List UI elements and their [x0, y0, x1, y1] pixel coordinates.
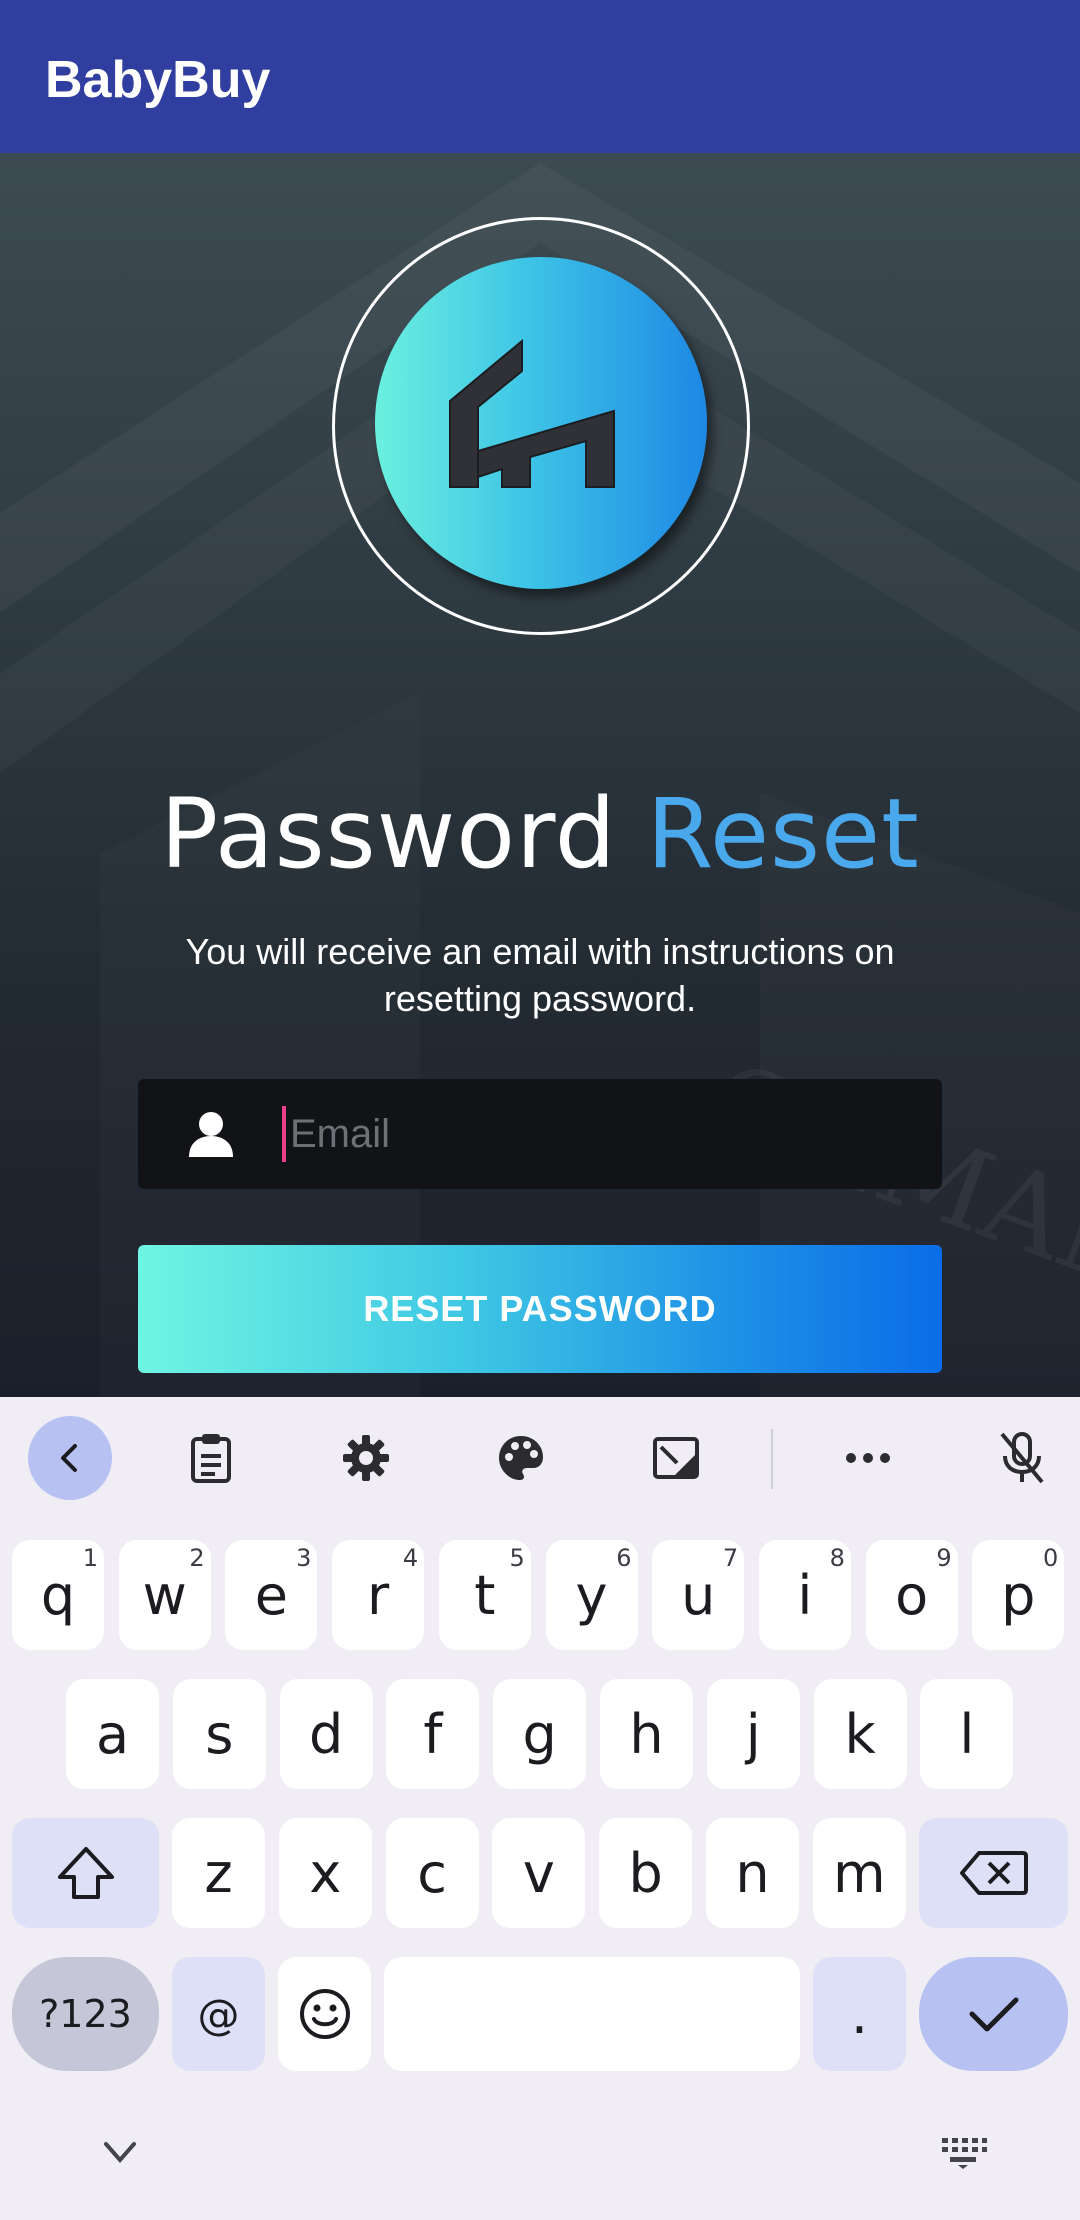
app-title: BabyBuy — [45, 51, 271, 109]
settings-icon[interactable] — [324, 1416, 408, 1500]
key-number-hint: 6 — [616, 1544, 632, 1572]
email-input[interactable] — [290, 1101, 910, 1167]
key-j[interactable]: j — [706, 1679, 800, 1789]
hide-keyboard-icon[interactable] — [100, 2138, 140, 2168]
key-number-hint: 1 — [82, 1544, 98, 1572]
key-a[interactable]: a — [66, 1679, 159, 1789]
key-u[interactable]: u7 — [652, 1540, 745, 1650]
key-number-hint: 0 — [1043, 1544, 1059, 1572]
app-bar: BabyBuy — [0, 0, 1080, 153]
backspace-icon — [959, 1851, 1028, 1895]
key-m[interactable]: m — [812, 1818, 906, 1928]
brand-logo-icon — [449, 338, 615, 488]
text-cursor — [282, 1106, 286, 1162]
space-key[interactable] — [384, 1957, 800, 2071]
key-x[interactable]: x — [278, 1818, 372, 1928]
resize-icon[interactable] — [634, 1416, 718, 1500]
key-label: o — [895, 1563, 929, 1627]
key-i[interactable]: i8 — [758, 1540, 851, 1650]
title-reset: Reset — [646, 778, 920, 890]
password-reset-panel: CHMAN Password Reset You will receive an… — [0, 153, 1080, 1397]
palette-icon[interactable] — [479, 1416, 563, 1500]
checkmark-icon — [969, 1997, 1018, 2032]
key-q[interactable]: q1 — [12, 1540, 104, 1650]
keyboard-switch-icon[interactable] — [938, 2136, 988, 2170]
key-number-hint: 5 — [509, 1544, 525, 1572]
email-field-container[interactable] — [138, 1079, 942, 1189]
key-label: w — [142, 1563, 187, 1627]
page-title: Password Reset — [0, 773, 1080, 892]
soft-keyboard: q1w2e3r4t5y6u7i8o9p0 asdfghjkl zxcvbnm ?… — [0, 1397, 1080, 2220]
key-label: p — [1001, 1563, 1036, 1627]
back-icon[interactable] — [28, 1416, 112, 1500]
key-g[interactable]: g — [493, 1679, 587, 1789]
emoji-key[interactable] — [278, 1957, 371, 2071]
key-f[interactable]: f — [386, 1679, 480, 1789]
enter-key[interactable] — [919, 1957, 1068, 2071]
key-s[interactable]: s — [172, 1679, 266, 1789]
instructions-text: You will receive an email with instructi… — [185, 931, 895, 1019]
key-label: q — [40, 1563, 76, 1627]
key-label: e — [254, 1563, 288, 1627]
key-number-hint: 2 — [189, 1544, 205, 1572]
key-e[interactable]: e3 — [225, 1540, 318, 1650]
more-icon[interactable] — [826, 1416, 910, 1500]
key-label: t — [474, 1563, 496, 1627]
reset-password-button[interactable]: RESET PASSWORD — [138, 1245, 942, 1373]
key-b[interactable]: b — [599, 1818, 693, 1928]
key-label: r — [366, 1563, 390, 1627]
symbols-key[interactable]: ?123 — [12, 1957, 159, 2071]
key-number-hint: 8 — [829, 1544, 845, 1572]
key-number-hint: 3 — [296, 1544, 312, 1572]
key-number-hint: 9 — [936, 1544, 952, 1572]
mic-off-icon[interactable] — [980, 1416, 1064, 1500]
key-w[interactable]: w2 — [118, 1540, 211, 1650]
period-key[interactable]: . — [813, 1957, 906, 2071]
key-k[interactable]: k — [813, 1679, 907, 1789]
key-p[interactable]: p0 — [972, 1540, 1065, 1650]
shift-icon — [57, 1847, 114, 1899]
key-y[interactable]: y6 — [545, 1540, 638, 1650]
key-label: u — [681, 1563, 716, 1627]
shift-key[interactable] — [12, 1818, 159, 1928]
key-v[interactable]: v — [492, 1818, 586, 1928]
user-icon — [189, 1112, 233, 1157]
key-d[interactable]: d — [279, 1679, 373, 1789]
key-r[interactable]: r4 — [332, 1540, 425, 1650]
emoji-icon — [299, 1989, 350, 2039]
key-t[interactable]: t5 — [438, 1540, 531, 1650]
backspace-key[interactable] — [919, 1818, 1068, 1928]
keyboard-toolbar — [0, 1397, 1080, 1517]
key-o[interactable]: o9 — [865, 1540, 958, 1650]
key-c[interactable]: c — [385, 1818, 479, 1928]
key-n[interactable]: n — [706, 1818, 799, 1928]
key-number-hint: 4 — [402, 1544, 419, 1572]
key-h[interactable]: h — [600, 1679, 693, 1789]
title-password: Password — [160, 778, 617, 890]
key-l[interactable]: l — [920, 1679, 1014, 1789]
key-label: i — [797, 1563, 813, 1627]
toolbar-divider — [771, 1429, 773, 1489]
at-key[interactable]: @ — [172, 1957, 265, 2071]
key-label: y — [575, 1563, 608, 1627]
clipboard-icon[interactable] — [169, 1416, 253, 1500]
key-z[interactable]: z — [172, 1818, 265, 1928]
key-number-hint: 7 — [722, 1544, 739, 1572]
